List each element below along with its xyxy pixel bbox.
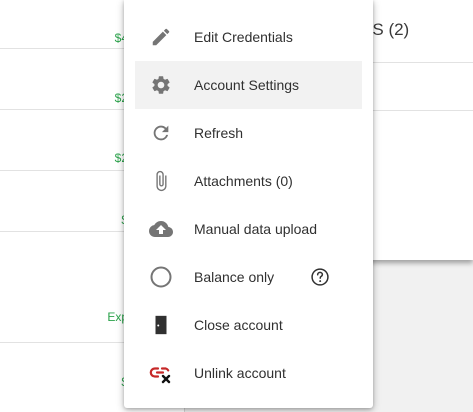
app-root: $4 $2 $2 $ Exp $ TS (2) Edit C: [0, 0, 473, 412]
menu-item-attachments[interactable]: Attachments (0): [135, 157, 362, 205]
menu-item-account-settings[interactable]: Account Settings: [135, 61, 362, 109]
menu-item-close-account[interactable]: Close account: [135, 301, 362, 349]
menu-item-label: Unlink account: [194, 365, 286, 381]
gear-icon: [149, 73, 173, 97]
menu-item-label: Close account: [194, 317, 283, 333]
menu-item-edit-credentials[interactable]: Edit Credentials: [135, 13, 362, 61]
paperclip-icon: [149, 169, 173, 193]
door-icon: [149, 313, 173, 337]
menu-item-label: Attachments (0): [194, 173, 293, 189]
pencil-icon: [149, 25, 173, 49]
cloud-upload-icon: [149, 217, 173, 241]
menu-item-label: Refresh: [194, 125, 244, 141]
unlink-icon: [149, 361, 173, 385]
radio-icon[interactable]: [149, 265, 173, 289]
menu-item-refresh[interactable]: Refresh: [135, 109, 362, 157]
account-actions-menu: Edit Credentials Account Settings Refres…: [124, 0, 373, 408]
menu-item-label: Manual data upload: [194, 221, 317, 237]
menu-item-label: Edit Credentials: [194, 29, 293, 45]
menu-item-label: Account Settings: [194, 77, 300, 93]
refresh-icon: [149, 121, 173, 145]
menu-item-unlink-account[interactable]: Unlink account: [135, 349, 362, 397]
question-circle-icon[interactable]: [310, 267, 330, 287]
menu-item-manual-data-upload[interactable]: Manual data upload: [135, 205, 362, 253]
menu-item-label: Balance only: [194, 269, 275, 285]
menu-item-balance-only[interactable]: Balance only: [135, 253, 362, 301]
